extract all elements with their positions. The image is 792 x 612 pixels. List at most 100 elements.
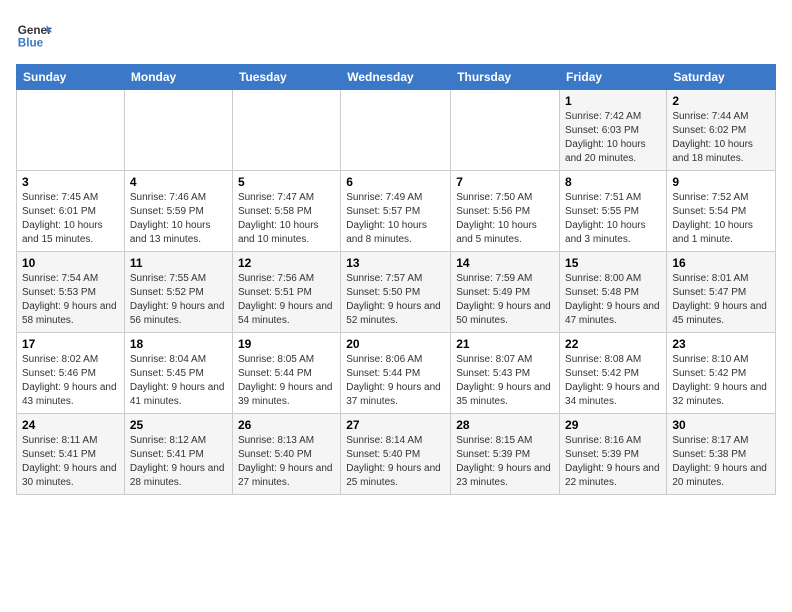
calendar-cell: 17 Sunrise: 8:02 AM Sunset: 5:46 PM Dayli… <box>17 333 125 414</box>
calendar-cell: 11 Sunrise: 7:55 AM Sunset: 5:52 PM Dayli… <box>124 252 232 333</box>
day-info: Sunrise: 7:51 AM Sunset: 5:55 PM Dayligh… <box>565 191 661 247</box>
weekday-header: Wednesday <box>341 65 451 90</box>
day-number: 15 <box>565 256 661 270</box>
calendar-cell: 26Sunrise: 8:13 AM Sunset: 5:40 PM Dayli… <box>232 414 340 495</box>
calendar-cell: 19Sunrise: 8:05 AM Sunset: 5:44 PM Dayli… <box>232 333 340 414</box>
calendar-cell <box>124 90 232 171</box>
day-info: Sunrise: 8:14 AM Sunset: 5:40 PM Dayligh… <box>346 434 445 490</box>
day-info: Sunrise: 8:12 AM Sunset: 5:41 PM Dayligh… <box>130 434 227 490</box>
day-info: Sunrise: 7:55 AM Sunset: 5:52 PM Dayligh… <box>130 272 227 328</box>
day-info: Sunrise: 7:57 AM Sunset: 5:50 PM Dayligh… <box>346 272 445 328</box>
day-info: Sunrise: 8:04 AM Sunset: 5:45 PM Dayligh… <box>130 353 227 409</box>
day-info: Sunrise: 7:54 AM Sunset: 5:53 PM Dayligh… <box>22 272 119 328</box>
day-number: 1 <box>565 94 661 108</box>
day-number: 19 <box>238 337 335 351</box>
calendar-cell: 3 Sunrise: 7:45 AM Sunset: 6:01 PM Daylig… <box>17 171 125 252</box>
calendar-cell: 15 Sunrise: 8:00 AM Sunset: 5:48 PM Dayli… <box>560 252 667 333</box>
calendar-cell: 12Sunrise: 7:56 AM Sunset: 5:51 PM Dayli… <box>232 252 340 333</box>
day-info: Sunrise: 8:02 AM Sunset: 5:46 PM Dayligh… <box>22 353 119 409</box>
day-info: Sunrise: 7:52 AM Sunset: 5:54 PM Dayligh… <box>672 191 770 247</box>
calendar-cell: 24 Sunrise: 8:11 AM Sunset: 5:41 PM Dayli… <box>17 414 125 495</box>
calendar-cell <box>232 90 340 171</box>
logo-icon: General Blue <box>16 16 52 52</box>
calendar-header: SundayMondayTuesdayWednesdayThursdayFrid… <box>17 65 776 90</box>
calendar-week-row: 17 Sunrise: 8:02 AM Sunset: 5:46 PM Dayli… <box>17 333 776 414</box>
day-info: Sunrise: 8:17 AM Sunset: 5:38 PM Dayligh… <box>672 434 770 490</box>
day-number: 9 <box>672 175 770 189</box>
weekday-header: Monday <box>124 65 232 90</box>
day-number: 21 <box>456 337 554 351</box>
calendar-cell: 10 Sunrise: 7:54 AM Sunset: 5:53 PM Dayli… <box>17 252 125 333</box>
day-number: 18 <box>130 337 227 351</box>
svg-text:Blue: Blue <box>18 37 44 50</box>
calendar-cell: 4 Sunrise: 7:46 AM Sunset: 5:59 PM Daylig… <box>124 171 232 252</box>
day-number: 20 <box>346 337 445 351</box>
calendar-cell: 29 Sunrise: 8:16 AM Sunset: 5:39 PM Dayli… <box>560 414 667 495</box>
day-info: Sunrise: 8:16 AM Sunset: 5:39 PM Dayligh… <box>565 434 661 490</box>
day-number: 25 <box>130 418 227 432</box>
day-number: 16 <box>672 256 770 270</box>
day-number: 22 <box>565 337 661 351</box>
calendar-week-row: 10 Sunrise: 7:54 AM Sunset: 5:53 PM Dayli… <box>17 252 776 333</box>
day-info: Sunrise: 7:45 AM Sunset: 6:01 PM Dayligh… <box>22 191 119 247</box>
calendar-cell: 30Sunrise: 8:17 AM Sunset: 5:38 PM Dayli… <box>667 414 776 495</box>
calendar-cell: 28Sunrise: 8:15 AM Sunset: 5:39 PM Dayli… <box>451 414 560 495</box>
day-number: 23 <box>672 337 770 351</box>
calendar-table: SundayMondayTuesdayWednesdayThursdayFrid… <box>16 64 776 495</box>
day-info: Sunrise: 7:47 AM Sunset: 5:58 PM Dayligh… <box>238 191 335 247</box>
day-info: Sunrise: 8:06 AM Sunset: 5:44 PM Dayligh… <box>346 353 445 409</box>
day-number: 27 <box>346 418 445 432</box>
day-number: 11 <box>130 256 227 270</box>
day-number: 4 <box>130 175 227 189</box>
calendar-cell: 13 Sunrise: 7:57 AM Sunset: 5:50 PM Dayli… <box>341 252 451 333</box>
weekday-header: Thursday <box>451 65 560 90</box>
day-number: 3 <box>22 175 119 189</box>
day-info: Sunrise: 7:42 AM Sunset: 6:03 PM Dayligh… <box>565 110 661 166</box>
day-info: Sunrise: 7:49 AM Sunset: 5:57 PM Dayligh… <box>346 191 445 247</box>
calendar-cell: 21 Sunrise: 8:07 AM Sunset: 5:43 PM Dayli… <box>451 333 560 414</box>
logo: General Blue <box>16 16 52 52</box>
weekday-header: Sunday <box>17 65 125 90</box>
calendar-week-row: 1 Sunrise: 7:42 AM Sunset: 6:03 PM Daylig… <box>17 90 776 171</box>
day-info: Sunrise: 7:46 AM Sunset: 5:59 PM Dayligh… <box>130 191 227 247</box>
day-number: 13 <box>346 256 445 270</box>
page-header: General Blue <box>16 16 776 52</box>
weekday-header: Friday <box>560 65 667 90</box>
day-number: 10 <box>22 256 119 270</box>
day-info: Sunrise: 8:01 AM Sunset: 5:47 PM Dayligh… <box>672 272 770 328</box>
day-info: Sunrise: 8:11 AM Sunset: 5:41 PM Dayligh… <box>22 434 119 490</box>
calendar-cell: 27 Sunrise: 8:14 AM Sunset: 5:40 PM Dayli… <box>341 414 451 495</box>
day-number: 28 <box>456 418 554 432</box>
day-number: 2 <box>672 94 770 108</box>
calendar-cell: 9 Sunrise: 7:52 AM Sunset: 5:54 PM Daylig… <box>667 171 776 252</box>
weekday-header: Tuesday <box>232 65 340 90</box>
weekday-header: Saturday <box>667 65 776 90</box>
calendar-cell <box>17 90 125 171</box>
day-number: 8 <box>565 175 661 189</box>
day-number: 14 <box>456 256 554 270</box>
calendar-cell: 25 Sunrise: 8:12 AM Sunset: 5:41 PM Dayli… <box>124 414 232 495</box>
day-number: 5 <box>238 175 335 189</box>
day-number: 6 <box>346 175 445 189</box>
calendar-cell: 20 Sunrise: 8:06 AM Sunset: 5:44 PM Dayli… <box>341 333 451 414</box>
day-info: Sunrise: 8:08 AM Sunset: 5:42 PM Dayligh… <box>565 353 661 409</box>
calendar-cell <box>341 90 451 171</box>
calendar-cell: 5 Sunrise: 7:47 AM Sunset: 5:58 PM Daylig… <box>232 171 340 252</box>
day-info: Sunrise: 7:59 AM Sunset: 5:49 PM Dayligh… <box>456 272 554 328</box>
day-info: Sunrise: 8:13 AM Sunset: 5:40 PM Dayligh… <box>238 434 335 490</box>
day-info: Sunrise: 7:50 AM Sunset: 5:56 PM Dayligh… <box>456 191 554 247</box>
day-info: Sunrise: 8:00 AM Sunset: 5:48 PM Dayligh… <box>565 272 661 328</box>
day-number: 7 <box>456 175 554 189</box>
calendar-cell <box>451 90 560 171</box>
day-info: Sunrise: 8:07 AM Sunset: 5:43 PM Dayligh… <box>456 353 554 409</box>
day-number: 17 <box>22 337 119 351</box>
calendar-cell: 6 Sunrise: 7:49 AM Sunset: 5:57 PM Daylig… <box>341 171 451 252</box>
day-info: Sunrise: 7:44 AM Sunset: 6:02 PM Dayligh… <box>672 110 770 166</box>
calendar-week-row: 3 Sunrise: 7:45 AM Sunset: 6:01 PM Daylig… <box>17 171 776 252</box>
calendar-cell: 16 Sunrise: 8:01 AM Sunset: 5:47 PM Dayli… <box>667 252 776 333</box>
calendar-cell: 22 Sunrise: 8:08 AM Sunset: 5:42 PM Dayli… <box>560 333 667 414</box>
day-number: 29 <box>565 418 661 432</box>
calendar-cell: 7 Sunrise: 7:50 AM Sunset: 5:56 PM Daylig… <box>451 171 560 252</box>
calendar-week-row: 24 Sunrise: 8:11 AM Sunset: 5:41 PM Dayli… <box>17 414 776 495</box>
day-number: 24 <box>22 418 119 432</box>
